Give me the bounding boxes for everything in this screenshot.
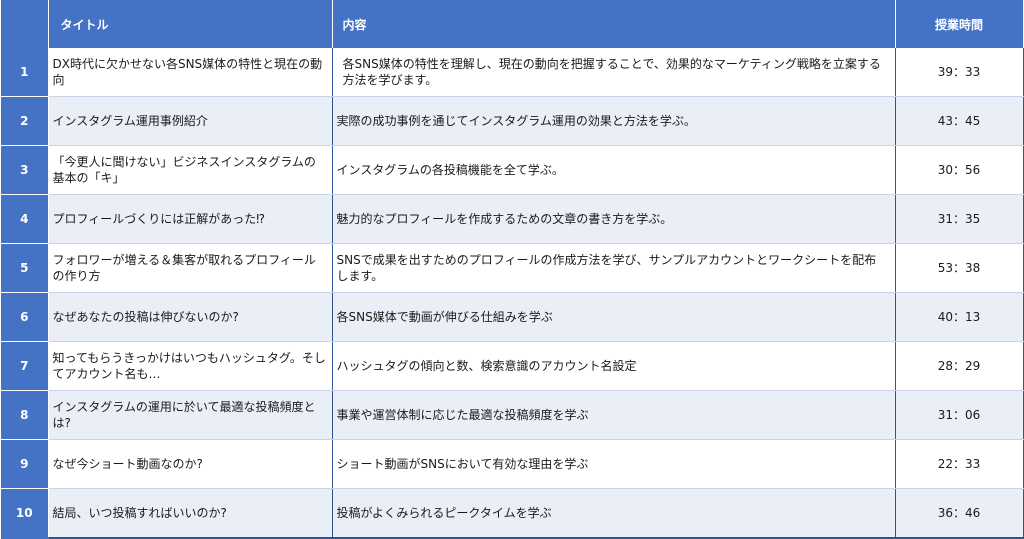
row-time: 22：33 [895,439,1024,489]
table-row: 5 フォロワーが増える＆集客が取れるプロフィールの作り方 SNSで成果を出すため… [1,243,1024,293]
row-number: 5 [1,243,49,293]
row-title: プロフィールづくりには正解があった⁉ [48,194,333,244]
table-row: 10 結局、いつ投稿すればいいのか? 投稿がよくみられるピークタイムを学ぶ 36… [1,488,1024,539]
row-content: ショート動画がSNSにおいて有効な理由を学ぶ [332,439,896,489]
table-row: 7 知ってもらうきっかけはいつもハッシュタグ。そしてアカウント名も… ハッシュタ… [1,341,1024,391]
row-title: 「今更人に聞けない」ビジネスインスタグラムの基本の「キ」 [48,145,333,195]
row-time: 31：35 [895,194,1024,244]
row-number: 4 [1,194,49,244]
row-time: 30：56 [895,145,1024,195]
row-title: フォロワーが増える＆集客が取れるプロフィールの作り方 [48,243,333,293]
row-number: 8 [1,390,49,440]
table-header-row: タイトル 内容 授業時間 [1,0,1024,48]
row-number: 7 [1,341,49,391]
table-row: 2 インスタグラム運用事例紹介 実際の成功事例を通じてインスタグラム運用の効果と… [1,96,1024,146]
row-content: 各SNS媒体で動画が伸びる仕組みを学ぶ [332,292,896,342]
row-number: 10 [1,488,49,539]
table-row: 3 「今更人に聞けない」ビジネスインスタグラムの基本の「キ」 インスタグラムの各… [1,145,1024,195]
row-content: 各SNS媒体の特性を理解し、現在の動向を把握することで、効果的なマーケティング戦… [332,48,896,97]
row-time: 28：29 [895,341,1024,391]
row-title: DX時代に欠かせない各SNS媒体の特性と現在の動向 [48,48,333,97]
course-table: タイトル 内容 授業時間 1 DX時代に欠かせない各SNS媒体の特性と現在の動向… [1,0,1024,539]
row-content: インスタグラムの各投稿機能を全て学ぶ。 [332,145,896,195]
row-time: 31：06 [895,390,1024,440]
row-content: 事業や運営体制に応じた最適な投稿頻度を学ぶ [332,390,896,440]
course-table-container: タイトル 内容 授業時間 1 DX時代に欠かせない各SNS媒体の特性と現在の動向… [0,0,1024,539]
table-row: 4 プロフィールづくりには正解があった⁉ 魅力的なプロフィールを作成するための文… [1,194,1024,244]
row-title: なぜ今ショート動画なのか? [48,439,333,489]
row-title: インスタグラムの運用に於いて最適な投稿頻度とは? [48,390,333,440]
row-number: 3 [1,145,49,195]
row-time: 36：46 [895,488,1024,539]
row-number: 1 [1,48,49,97]
row-title: なぜあなたの投稿は伸びないのか? [48,292,333,342]
table-row: 9 なぜ今ショート動画なのか? ショート動画がSNSにおいて有効な理由を学ぶ 2… [1,439,1024,489]
row-time: 39：33 [895,48,1024,97]
row-number: 9 [1,439,49,489]
row-title: インスタグラム運用事例紹介 [48,96,333,146]
row-content: 投稿がよくみられるピークタイムを学ぶ [332,488,896,539]
row-content: ハッシュタグの傾向と数、検索意識のアカウント名設定 [332,341,896,391]
row-number: 2 [1,96,49,146]
row-content: SNSで成果を出すためのプロフィールの作成方法を学び、サンプルアカウントとワーク… [332,243,896,293]
header-no [1,0,49,48]
row-number: 6 [1,292,49,342]
table-row: 8 インスタグラムの運用に於いて最適な投稿頻度とは? 事業や運営体制に応じた最適… [1,390,1024,440]
header-time: 授業時間 [895,0,1024,48]
row-title: 結局、いつ投稿すればいいのか? [48,488,333,539]
table-row: 1 DX時代に欠かせない各SNS媒体の特性と現在の動向 各SNS媒体の特性を理解… [1,48,1024,97]
row-content: 実際の成功事例を通じてインスタグラム運用の効果と方法を学ぶ。 [332,96,896,146]
row-title: 知ってもらうきっかけはいつもハッシュタグ。そしてアカウント名も… [48,341,333,391]
header-content: 内容 [332,0,896,48]
header-title: タイトル [48,0,333,48]
table-row: 6 なぜあなたの投稿は伸びないのか? 各SNS媒体で動画が伸びる仕組みを学ぶ 4… [1,292,1024,342]
row-time: 53：38 [895,243,1024,293]
row-time: 40：13 [895,292,1024,342]
row-content: 魅力的なプロフィールを作成するための文章の書き方を学ぶ。 [332,194,896,244]
row-time: 43：45 [895,96,1024,146]
